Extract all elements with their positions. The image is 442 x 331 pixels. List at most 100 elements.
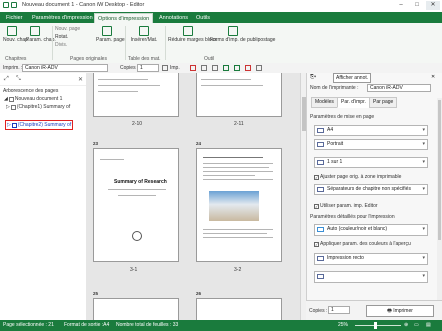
copies-label: Copies : bbox=[120, 65, 139, 71]
zoom-slider-thumb[interactable] bbox=[374, 322, 377, 329]
tree-node-chapter2[interactable]: ▷ (Chapitre2) Summary of bbox=[5, 120, 74, 130]
finishing-select[interactable]: ▾ bbox=[314, 271, 428, 283]
ribbon: Nouv. chap. Param. chap. Nouv. page Rota… bbox=[0, 23, 442, 64]
orientation-select[interactable]: Portrait ▾ bbox=[314, 139, 428, 150]
page-thumbnail[interactable] bbox=[93, 73, 179, 117]
ribbon-tab-bar: Fichier Paramètres d'impression Options … bbox=[0, 12, 442, 23]
text-line bbox=[203, 175, 255, 176]
page-thumbnail[interactable] bbox=[196, 73, 282, 117]
copies-input[interactable]: 1 bbox=[137, 64, 159, 72]
chapter-icon bbox=[11, 122, 17, 128]
tab-options-impression[interactable]: Options d'impression bbox=[94, 13, 154, 23]
expand-toggle-icon[interactable]: ▷ bbox=[7, 122, 11, 128]
close-button[interactable]: ✕ bbox=[426, 1, 440, 10]
save-icon[interactable] bbox=[11, 2, 17, 8]
chevron-down-icon: ▾ bbox=[422, 159, 425, 165]
fit-printable-checkbox[interactable]: ✓ Ajuster page orig. à zone imprimable bbox=[314, 174, 401, 180]
view-icon[interactable]: ⎘▾ bbox=[310, 74, 316, 80]
reduce-margins-button[interactable]: Réduire marges blocs bbox=[168, 26, 217, 43]
status-bar: Page sélectionnée : 21 Format de sortie … bbox=[0, 320, 442, 331]
chevron-down-icon: ▾ bbox=[422, 273, 425, 279]
print-action-bar: Copies : 1 🖶 Imprimer bbox=[306, 300, 442, 321]
minimize-button[interactable]: – bbox=[394, 1, 408, 10]
settings-scrollbar[interactable] bbox=[437, 98, 442, 320]
page-number: 23 bbox=[93, 141, 99, 146]
delete-icon[interactable] bbox=[190, 65, 196, 71]
zoom-slider[interactable] bbox=[355, 325, 401, 326]
text-line bbox=[118, 195, 156, 196]
page-settings-button[interactable]: Param. page bbox=[96, 26, 125, 43]
redo-icon[interactable] bbox=[234, 65, 240, 71]
collapse-icon[interactable]: ⤡ bbox=[16, 76, 21, 83]
tab-parametres-impression[interactable]: Paramètres d'impression bbox=[29, 13, 96, 23]
zoom-in-icon[interactable]: ⊕ bbox=[404, 322, 408, 328]
collapse-toggle-icon[interactable]: ◢ bbox=[4, 96, 8, 102]
print-button-label[interactable]: Imp. bbox=[170, 65, 180, 71]
apply-color-preview-checkbox[interactable]: ✓ Appliquer param. des couleurs à l'aperç… bbox=[314, 241, 411, 247]
rotate-button[interactable]: Rotat. bbox=[55, 34, 68, 40]
chapter-separator-select[interactable]: Séparateurs de chapitre non spécifiés ▾ bbox=[314, 184, 428, 195]
pane-close-icon[interactable]: ✕ bbox=[431, 74, 435, 80]
expand-toggle-icon[interactable]: ▷ bbox=[6, 104, 10, 110]
paper-size-select[interactable]: A4 ▾ bbox=[314, 125, 428, 136]
page-preview-area[interactable]: 2-10 2-11 23 Summary of Research 3-1 24 … bbox=[86, 73, 300, 320]
use-editor-settings-checkbox[interactable]: ✓ Utiliser param. imp. Editor bbox=[314, 203, 378, 209]
cut-icon[interactable] bbox=[201, 65, 207, 71]
expand-icon[interactable]: ⤢ bbox=[4, 76, 9, 83]
divide-button[interactable]: Divis. bbox=[55, 42, 67, 48]
text-line bbox=[100, 159, 124, 160]
copies-input[interactable]: 1 bbox=[328, 306, 350, 314]
color-mode-select[interactable]: Auto (couleur/noir et blanc) ▾ bbox=[314, 224, 428, 236]
color-icon bbox=[317, 227, 324, 232]
logo-icon bbox=[132, 231, 142, 241]
fit-page-icon[interactable]: ▭ bbox=[414, 322, 419, 328]
page-label: 3-1 bbox=[130, 267, 138, 273]
printer-name-select[interactable]: Canon iR-ADV bbox=[367, 84, 431, 92]
tab-par-page[interactable]: Par page bbox=[369, 97, 398, 108]
layout-icon bbox=[317, 160, 324, 165]
scrollbar-thumb[interactable] bbox=[438, 100, 441, 240]
page-tree-pane: ⤢ ⤡ ✕ Arborescence des pages ◢ Nouveau d… bbox=[0, 73, 87, 320]
ribbon-divider bbox=[125, 26, 126, 60]
printer-select[interactable]: Canon iR-ADV bbox=[22, 64, 108, 72]
tab-fichier[interactable]: Fichier bbox=[3, 13, 26, 23]
clear-icon[interactable] bbox=[245, 65, 251, 71]
new-page-button[interactable]: Nouv. page bbox=[55, 26, 80, 32]
total-sheets-status: Nombre total de feuilles : 33 bbox=[116, 322, 179, 328]
chevron-down-icon: ▾ bbox=[422, 141, 425, 147]
forms-icon bbox=[228, 26, 238, 36]
tab-outils[interactable]: Outils bbox=[193, 13, 213, 23]
page-thumbnail[interactable] bbox=[196, 298, 282, 320]
tab-annotations[interactable]: Annotations bbox=[156, 13, 191, 23]
chapter-settings-button[interactable]: Param. chap. bbox=[26, 26, 56, 43]
copy-icon[interactable] bbox=[212, 65, 218, 71]
tree-node-chapter1[interactable]: ▷ (Chapitre1) Summary of bbox=[6, 104, 70, 110]
ribbon-divider bbox=[165, 26, 166, 60]
tree-heading: Arborescence des pages bbox=[3, 88, 59, 94]
text-line bbox=[203, 179, 273, 180]
page-thumbnail[interactable] bbox=[196, 148, 282, 262]
maximize-button[interactable]: □ bbox=[410, 1, 424, 10]
show-annotations-button[interactable]: Afficher annot. bbox=[333, 73, 372, 83]
page-number: 25 bbox=[93, 291, 99, 296]
fit-width-icon[interactable]: ▤ bbox=[426, 322, 431, 328]
page-label: 3-2 bbox=[234, 267, 242, 273]
new-chapter-button[interactable]: Nouv. chap. bbox=[3, 26, 29, 43]
tab-modeles[interactable]: Modèles bbox=[311, 97, 338, 108]
insert-toc-button[interactable]: Insérer/Mat. bbox=[130, 26, 158, 43]
print-icon[interactable] bbox=[162, 65, 168, 71]
page-thumbnail[interactable] bbox=[93, 298, 179, 320]
chevron-down-icon: ▾ bbox=[422, 226, 425, 232]
pages-per-sheet-select[interactable]: 1 sur 1 ▾ bbox=[314, 157, 428, 168]
reduce-margins-icon bbox=[183, 26, 193, 36]
duplex-select[interactable]: Impression recto ▾ bbox=[314, 253, 428, 265]
layout-icon[interactable] bbox=[256, 65, 262, 71]
page-thumbnail[interactable]: Summary of Research bbox=[93, 148, 179, 262]
print-button[interactable]: 🖶 Imprimer bbox=[366, 305, 434, 317]
tab-par-impr[interactable]: Par. d'impr. bbox=[337, 97, 370, 108]
chevron-down-icon: ▾ bbox=[422, 186, 425, 192]
mail-merge-forms-button[interactable]: Forms d'imp. de publipostage bbox=[210, 26, 275, 43]
tree-node-document[interactable]: ◢ Nouveau document 1 bbox=[4, 96, 62, 102]
pane-close-icon[interactable]: ✕ bbox=[78, 76, 83, 83]
undo-icon[interactable] bbox=[223, 65, 229, 71]
